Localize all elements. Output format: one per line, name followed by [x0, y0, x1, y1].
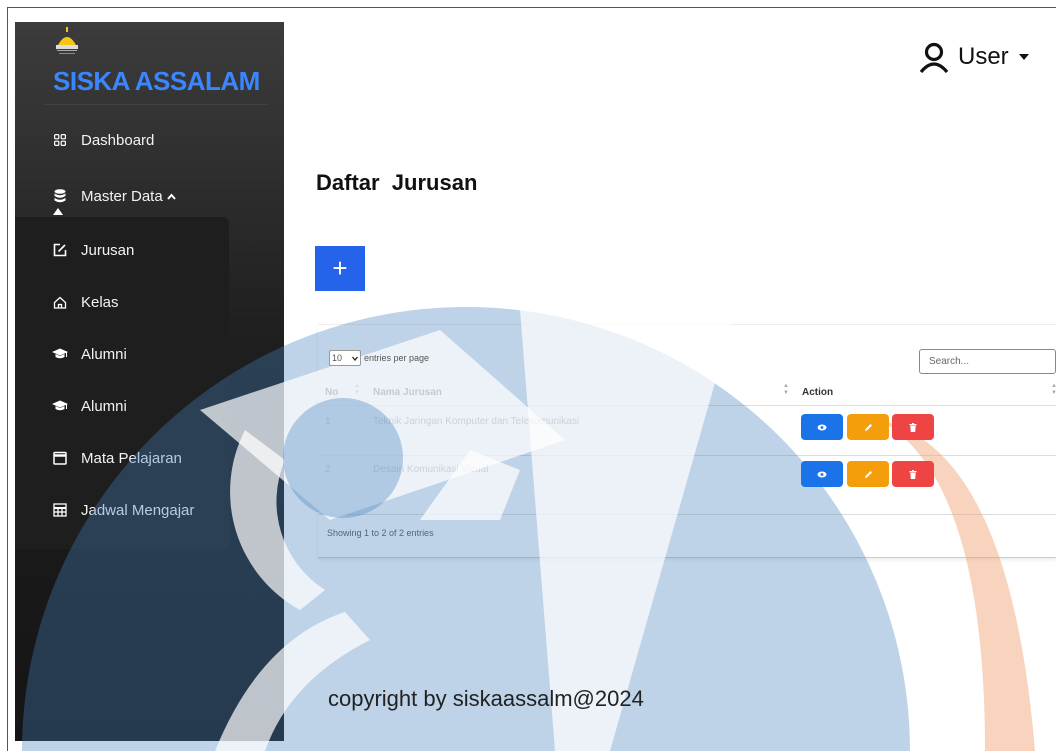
chevron-up-icon	[166, 192, 176, 200]
master-data-submenu: Jurusan Kelas Alumni Alumni Mata Pelajar…	[15, 217, 229, 549]
view-button[interactable]	[801, 414, 843, 440]
home-icon	[51, 293, 69, 311]
row-divider	[318, 514, 1056, 515]
sidebar-item-label: Alumni	[81, 345, 127, 363]
graduation-cap-icon	[51, 397, 69, 415]
sidebar-item-mata-pelajaran[interactable]: Mata Pelajaran	[15, 438, 284, 478]
footer-copyright: copyright by siskaassalm@2024	[328, 686, 644, 711]
sidebar-item-jurusan[interactable]: Jurusan	[15, 230, 284, 270]
edit-button[interactable]	[847, 414, 889, 440]
sidebar-item-label: Kelas	[81, 293, 119, 311]
pencil-icon	[864, 423, 872, 431]
trash-icon	[909, 422, 917, 432]
entries-value: 10	[332, 353, 343, 363]
brand-divider	[45, 104, 267, 105]
user-menu[interactable]: User	[918, 37, 1029, 77]
sidebar-item-label: Mata Pelajaran	[81, 449, 182, 467]
database-icon	[51, 187, 69, 205]
graduation-cap-icon	[51, 345, 69, 363]
search-input[interactable]: Search...	[919, 349, 1056, 374]
sidebar-item-label: Jadwal Mengajar	[81, 501, 195, 519]
edit-button[interactable]	[847, 461, 889, 487]
user-icon	[919, 42, 949, 73]
delete-button[interactable]	[892, 414, 934, 440]
brand: SISKA ASSALAM	[15, 22, 284, 105]
row-1-nama: Teknik Jaringan Komputer dan Telekomunik…	[373, 416, 580, 427]
caret-down-icon	[1018, 54, 1029, 60]
row-divider	[318, 455, 1056, 456]
entries-label: entries per page	[364, 353, 430, 363]
entries-per-page: 10 entries per page	[329, 350, 429, 366]
sidebar-item-jadwal-mengajar[interactable]: Jadwal Mengajar	[15, 490, 284, 530]
data-table-card: 10 entries per page Search... No ▲ ▼ Nama…	[318, 324, 1056, 558]
user-label: User	[958, 43, 1009, 70]
sidebar-item-kelas[interactable]: Kelas	[15, 282, 284, 322]
table-icon	[51, 501, 69, 519]
entries-select[interactable]: 10	[329, 350, 361, 366]
view-button[interactable]	[801, 461, 843, 487]
chevron-down-icon	[352, 356, 358, 361]
page-title: Daftar Jurusan	[316, 170, 478, 195]
pencil-icon	[864, 470, 872, 478]
sidebar-item-label: Dashboard	[81, 131, 155, 149]
sidebar: SISKA ASSALAM Dashboard Master Data Juru…	[15, 22, 284, 741]
trash-icon	[909, 469, 917, 479]
row-2-no: 2	[325, 464, 331, 475]
dashboard-grid-icon	[51, 131, 69, 149]
sort-icon: ▲ ▼	[783, 383, 789, 396]
column-header-nama-jurusan[interactable]: Nama Jurusan	[373, 387, 442, 398]
mosque-logo-icon	[56, 27, 78, 54]
edit-square-icon	[51, 241, 69, 259]
sidebar-item-alumni-2[interactable]: Alumni	[15, 386, 284, 426]
calendar-icon	[51, 449, 69, 467]
sidebar-item-label: Master Data	[81, 187, 163, 205]
table-info: Showing 1 to 2 of 2 entries	[327, 528, 434, 538]
submenu-caret	[53, 208, 63, 215]
delete-button[interactable]	[892, 461, 934, 487]
sidebar-item-alumni[interactable]: Alumni	[15, 334, 284, 374]
sort-icon: ▲ ▼	[1051, 383, 1056, 396]
sidebar-item-label: Alumni	[81, 397, 127, 415]
eye-icon	[817, 471, 827, 477]
sidebar-item-dashboard[interactable]: Dashboard	[15, 120, 284, 160]
sort-icon: ▲ ▼	[354, 383, 360, 396]
column-header-no[interactable]: No	[325, 387, 338, 398]
add-jurusan-button[interactable]: +	[315, 246, 365, 291]
column-header-action: Action	[802, 387, 834, 398]
row-2-nama: Desain Komunikasi Visual	[373, 464, 489, 475]
brand-title[interactable]: SISKA ASSALAM	[53, 66, 260, 97]
header-divider	[318, 405, 1056, 406]
eye-icon	[817, 424, 827, 430]
sidebar-item-label: Jurusan	[81, 241, 135, 259]
row-1-no: 1	[325, 416, 331, 427]
